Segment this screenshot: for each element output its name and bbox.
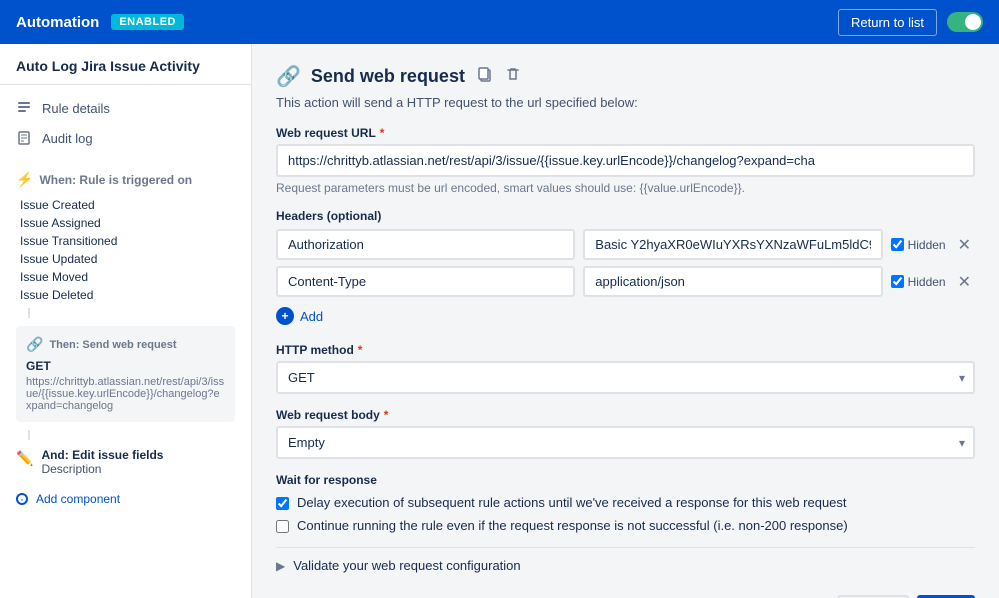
body-field-group: Web request body * Empty Custom data ▾ (276, 408, 975, 459)
audit-log-icon (16, 130, 32, 146)
body-label: Web request body * (276, 408, 975, 422)
toggle-knob (965, 14, 981, 30)
rule-details-label: Rule details (42, 101, 110, 116)
header-hidden-label-0: Hidden (891, 238, 946, 252)
header-row-1: Hidden ✕ (276, 266, 975, 297)
when-section: ⚡ When: Rule is triggered on Issue Creat… (0, 161, 251, 308)
url-label: Web request URL * (276, 126, 975, 140)
then-label: 🔗 Then: Send web request (26, 336, 225, 353)
sidebar: Auto Log Jira Issue Activity Rule detail… (0, 44, 252, 598)
then-url: https://chrittyb.atlassian.net/rest/api/… (26, 376, 225, 412)
action-description: This action will send a HTTP request to … (276, 95, 975, 110)
wait-label: Wait for response (276, 473, 975, 487)
trigger-issue-updated: Issue Updated (20, 250, 235, 268)
copy-button[interactable] (475, 64, 495, 89)
headers-label: Headers (optional) (276, 209, 975, 223)
http-method-select[interactable]: GET POST PUT DELETE PATCH (276, 361, 975, 394)
connector-line-1 (28, 308, 251, 318)
return-to-list-button[interactable]: Return to list (838, 9, 937, 36)
add-component-icon: · (16, 493, 28, 505)
then-section: 🔗 Then: Send web request GET https://chr… (16, 326, 235, 422)
url-field-group: Web request URL * Request parameters mus… (276, 126, 975, 195)
sidebar-nav: Rule details Audit log (0, 85, 251, 161)
action-main-icon: 🔗 (276, 64, 301, 89)
header-value-1[interactable] (583, 266, 882, 297)
enabled-badge: ENABLED (111, 14, 184, 30)
http-method-select-wrapper: GET POST PUT DELETE PATCH ▾ (276, 361, 975, 394)
body-select-wrapper: Empty Custom data ▾ (276, 426, 975, 459)
rule-details-icon (16, 100, 32, 116)
content-area: 🔗 Send web request This action will send… (252, 44, 999, 598)
continue-label: Continue running the rule even if the re… (297, 518, 848, 533)
http-method-label: HTTP method * (276, 343, 975, 357)
action-title: Send web request (311, 66, 465, 87)
validate-chevron-icon: ▶ (276, 559, 285, 573)
when-title: ⚡ When: Rule is triggered on (16, 171, 235, 188)
then-icon: 🔗 (26, 336, 43, 353)
topbar-left: Automation ENABLED (16, 14, 184, 31)
trigger-issue-deleted: Issue Deleted (20, 286, 235, 304)
edit-icon: ✏️ (16, 450, 33, 467)
and-section: ✏️ And: Edit issue fields Description (16, 448, 235, 476)
delay-checkbox[interactable] (276, 497, 289, 510)
trigger-issue-created: Issue Created (20, 196, 235, 214)
body-required-marker: * (384, 408, 389, 422)
audit-log-label: Audit log (42, 131, 93, 146)
url-hint: Request parameters must be url encoded, … (276, 181, 975, 195)
header-remove-button-1[interactable]: ✕ (954, 270, 975, 294)
body-select[interactable]: Empty Custom data (276, 426, 975, 459)
header-remove-button-0[interactable]: ✕ (954, 233, 975, 257)
delay-label: Delay execution of subsequent rule actio… (297, 495, 847, 510)
and-content: And: Edit issue fields Description (41, 448, 163, 476)
connector-line-2 (28, 430, 251, 440)
http-method-group: HTTP method * GET POST PUT DELETE PATCH … (276, 343, 975, 394)
sidebar-title: Auto Log Jira Issue Activity (0, 44, 251, 85)
header-key-0[interactable] (276, 229, 575, 260)
app-title: Automation (16, 14, 99, 31)
trigger-issue-moved: Issue Moved (20, 268, 235, 286)
header-key-1[interactable] (276, 266, 575, 297)
main-layout: Auto Log Jira Issue Activity Rule detail… (0, 44, 999, 598)
header-value-0[interactable] (583, 229, 882, 260)
delete-button[interactable] (503, 64, 523, 89)
footer-buttons: Cancel Save (276, 583, 975, 598)
trigger-issue-transitioned: Issue Transitioned (20, 232, 235, 250)
then-method: GET (26, 359, 225, 373)
url-input[interactable] (276, 144, 975, 177)
topbar-right: Return to list (838, 9, 983, 36)
delay-checkbox-row: Delay execution of subsequent rule actio… (276, 495, 975, 510)
action-icons (475, 64, 523, 89)
header-hidden-checkbox-0[interactable] (891, 238, 904, 251)
add-header-button[interactable]: + Add (276, 303, 323, 329)
header-hidden-label-1: Hidden (891, 275, 946, 289)
sidebar-item-audit-log[interactable]: Audit log (0, 123, 251, 153)
add-component-button[interactable]: · Add component (0, 484, 251, 514)
header-hidden-checkbox-1[interactable] (891, 275, 904, 288)
trigger-issue-assigned: Issue Assigned (20, 214, 235, 232)
sidebar-item-rule-details[interactable]: Rule details (0, 93, 251, 123)
headers-section: Headers (optional) Hidden ✕ Hidden ✕ (276, 209, 975, 329)
when-icon: ⚡ (16, 171, 33, 188)
trigger-list: Issue Created Issue Assigned Issue Trans… (16, 196, 235, 304)
url-required-marker: * (380, 126, 385, 140)
header-row-0: Hidden ✕ (276, 229, 975, 260)
action-header: 🔗 Send web request (276, 64, 975, 89)
continue-checkbox[interactable] (276, 520, 289, 533)
method-required-marker: * (358, 343, 363, 357)
topbar: Automation ENABLED Return to list (0, 0, 999, 44)
continue-checkbox-row: Continue running the rule even if the re… (276, 518, 975, 533)
enabled-toggle[interactable] (947, 12, 983, 32)
validate-collapsible[interactable]: ▶ Validate your web request configuratio… (276, 547, 975, 583)
wait-section: Wait for response Delay execution of sub… (276, 473, 975, 533)
add-header-icon: + (276, 307, 294, 325)
